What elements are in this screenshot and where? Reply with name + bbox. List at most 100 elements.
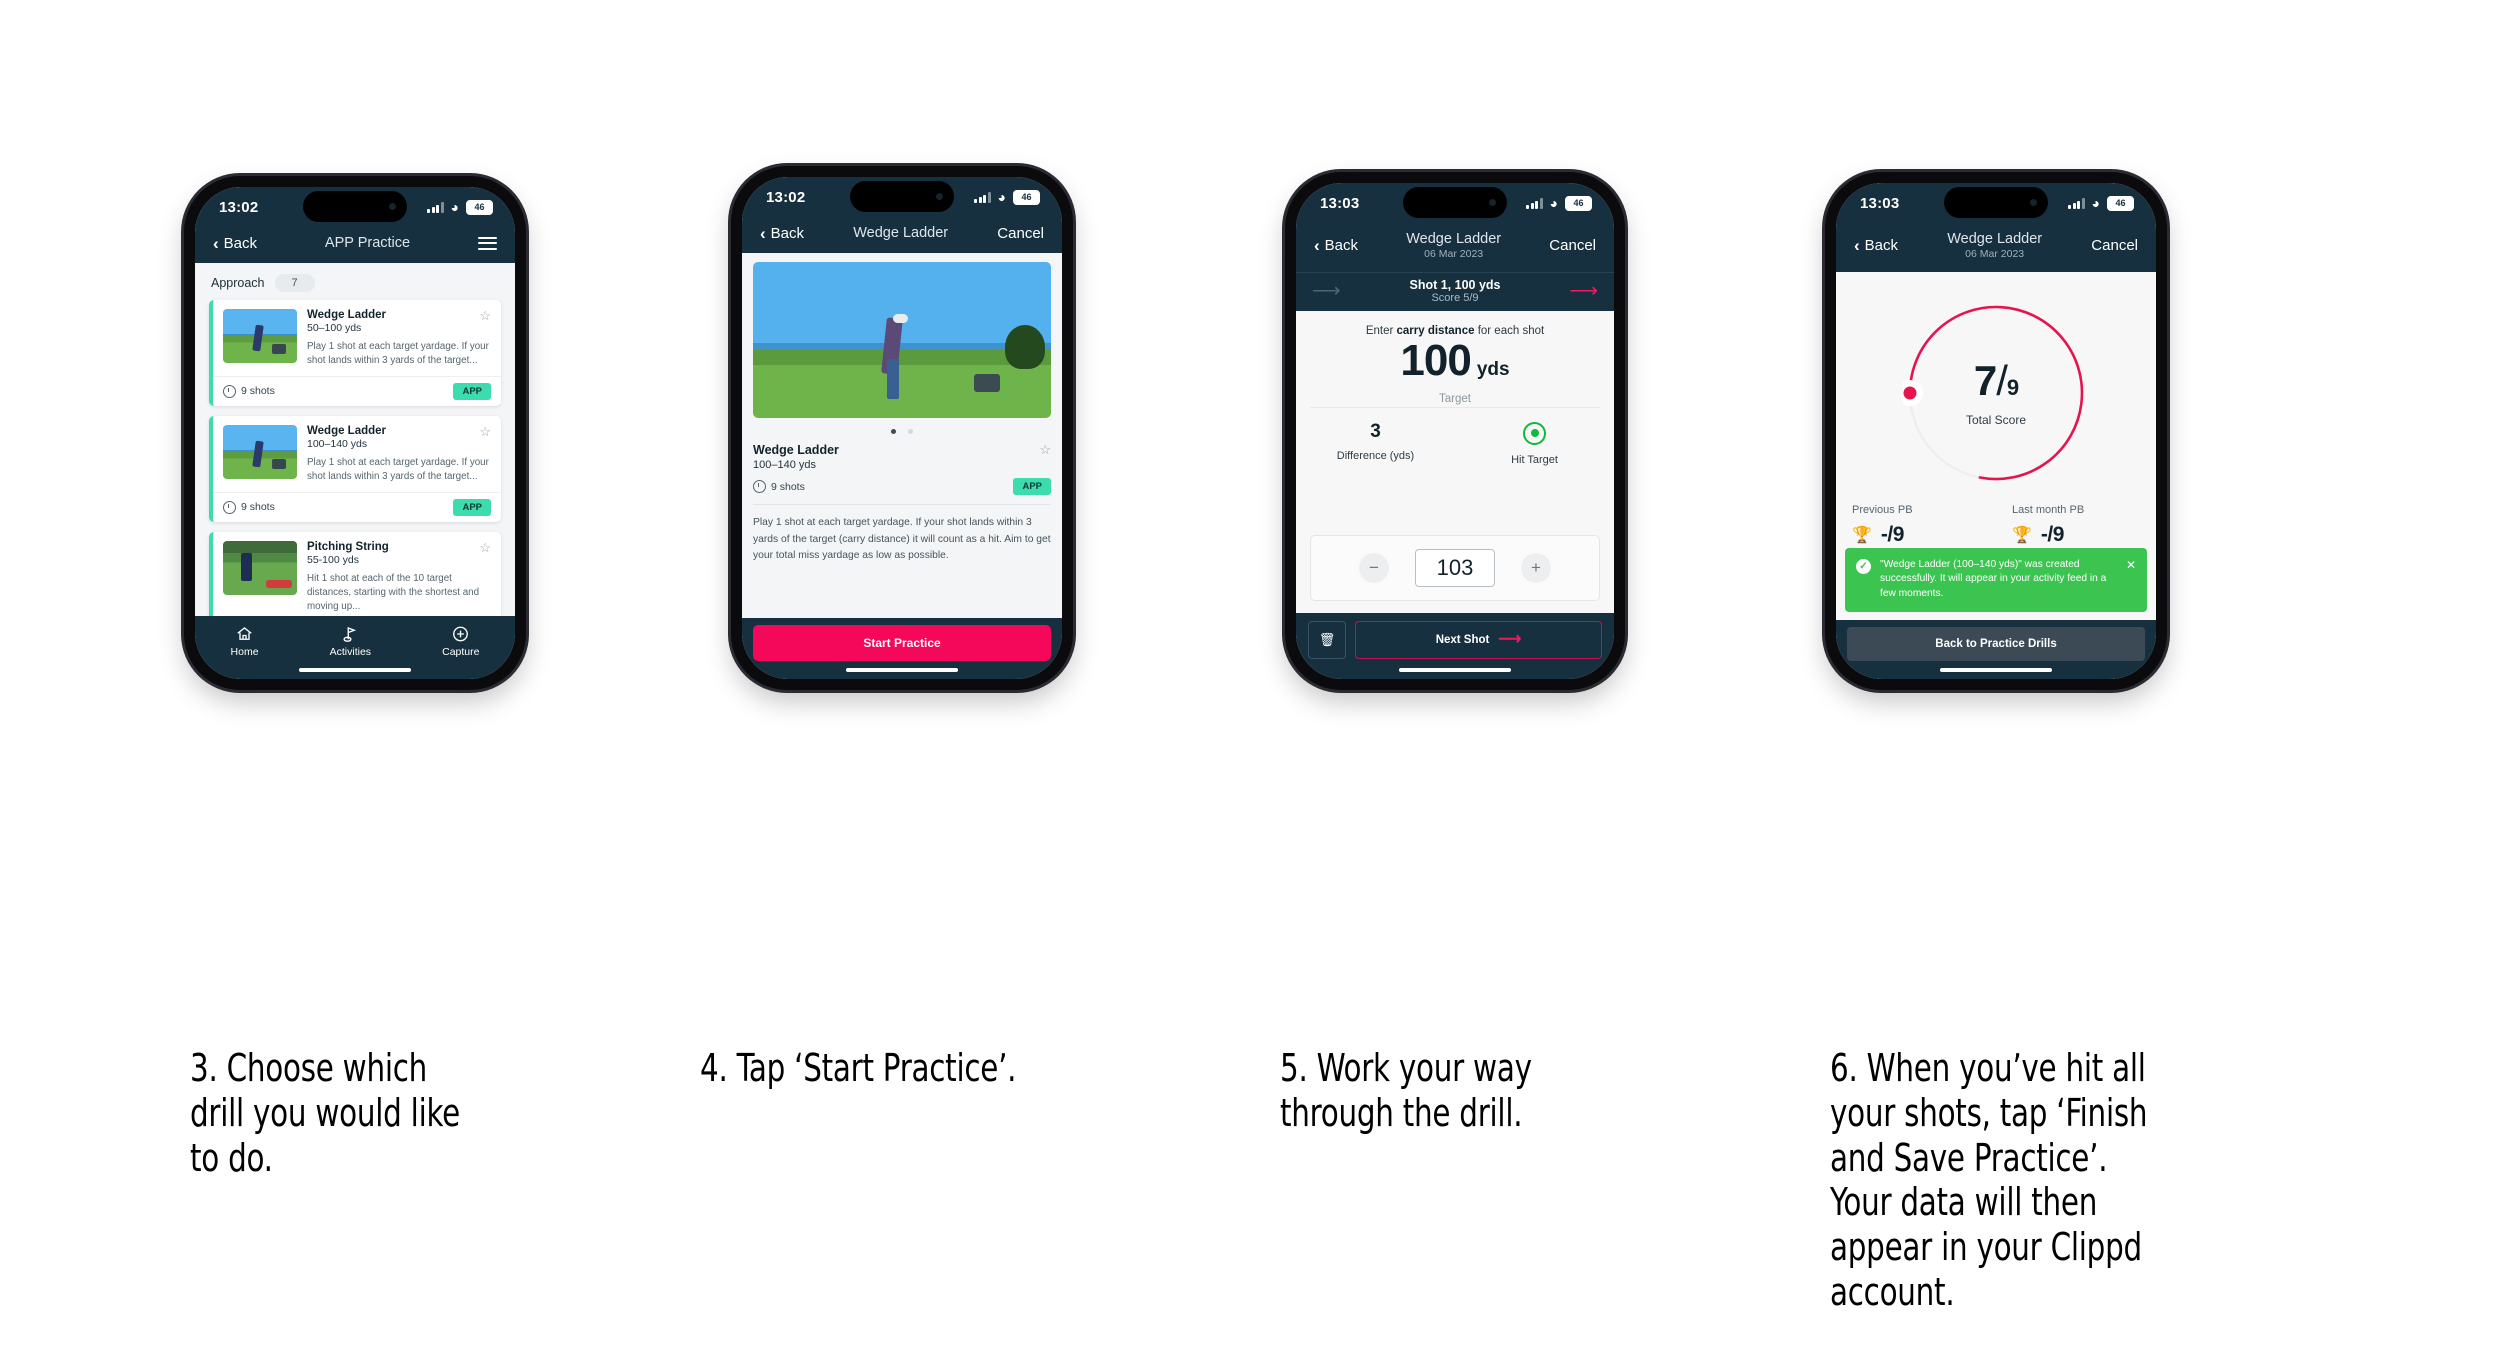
increment-button[interactable]: + [1521,553,1551,583]
status-time: 13:03 [1860,194,1900,212]
trophy-icon: 🏆 [2012,527,2032,545]
tab-label: Capture [442,646,480,658]
previous-shot-arrow-icon[interactable]: ⟶ [1312,281,1341,301]
nav-title-text: Wedge Ladder [1406,231,1502,247]
star-icon[interactable]: ☆ [479,309,491,322]
list-item[interactable]: Wedge Ladder 100–140 yds ☆ Play 1 shot a… [209,415,501,522]
battery-level: 46 [466,199,493,215]
results-body: 7/9 Total Score Previous PB 🏆 -/9 Last m… [1836,272,2156,620]
drill-yardage: 55-100 yds [307,553,359,566]
section-label: Approach [211,276,265,291]
back-button[interactable]: ‹ Back [1854,237,1898,254]
status-badge: APP [1013,478,1051,496]
star-icon[interactable]: ☆ [479,425,491,438]
check-icon: ✓ [1856,558,1871,574]
chevron-left-icon: ‹ [213,233,219,253]
status-time: 13:02 [219,198,259,216]
status-bar: 13:03 ◕ 46 [1836,183,2156,223]
trash-icon[interactable]: 🗑 [1308,621,1346,659]
tab-activities[interactable]: Activities [330,625,371,658]
tab-capture[interactable]: Capture [442,625,479,658]
back-label: Back [1324,237,1359,255]
drill-hero-image[interactable] [753,262,1051,419]
carousel-dots[interactable] [753,418,1051,443]
battery-level: 46 [1013,189,1040,205]
shot-count: 9 shots [753,480,805,494]
battery-level: 46 [2107,195,2134,211]
success-toast: ✓ "Wedge Ladder (100–140 yds)" was creat… [1845,547,2147,612]
drill-description: Play 1 shot at each target yardage. If y… [307,456,489,482]
drill-description: Play 1 shot at each target yardage. If y… [753,517,1051,562]
phone-3-screen: 13:03 ◕ 46 ‹ Back Wedge Ladder 06 Mar 20… [1296,183,1614,679]
decrement-button[interactable]: − [1359,553,1389,583]
shot-navigation-bar: ⟶ Shot 1, 100 yds Score 5/9 ⟶ [1296,272,1614,312]
home-indicator [1296,664,1614,679]
drill-yardage: 50–100 yds [307,322,362,335]
back-button[interactable]: ‹ Back [213,235,257,252]
difference-value: 3 [1370,420,1381,442]
nav-title-text: Wedge Ladder [1947,231,2043,247]
drill-title: Wedge Ladder [307,309,387,322]
clock-icon [753,480,766,494]
shot-count: 9 shots [223,500,275,514]
carry-distance-input[interactable]: 103 [1415,549,1495,587]
list-item[interactable]: Pitching String 55-100 yds ☆ Hit 1 shot … [209,531,501,616]
section-header: Approach 7 [195,263,515,300]
next-shot-label: Next Shot [1435,634,1490,646]
wifi-icon: ◕ [2091,195,2100,211]
bottom-tab-bar[interactable]: Home Activities Capture [195,616,515,664]
phone-4-screen: 13:03 ◕ 46 ‹ Back Wedge Ladder 06 Mar 20… [1836,183,2156,679]
back-button[interactable]: ‹ Back [760,225,804,242]
star-icon[interactable]: ☆ [1039,443,1051,456]
total-score-value: 7/9 [1973,356,2019,404]
cellular-signal-icon [2068,197,2085,209]
list-item[interactable]: Wedge Ladder 50–100 yds ☆ Play 1 shot at… [209,300,501,406]
status-bar: 13:02 ◕ 46 [742,177,1062,217]
cancel-button[interactable]: Cancel [997,225,1044,242]
arrow-right-icon: ⟶ [1498,631,1522,648]
tab-home[interactable]: Home [231,625,259,658]
stat-hit-target: Hit Target [1455,421,1614,466]
golf-flag-icon [343,627,357,642]
drill-yardage: 100–140 yds [307,437,368,450]
caption-step-3: 3. Choose which drill you would like to … [190,1046,460,1180]
target-hit-icon [1523,421,1546,445]
phone-3-frame: 13:03 ◕ 46 ‹ Back Wedge Ladder 06 Mar 20… [1285,172,1625,690]
cellular-signal-icon [427,201,444,213]
caption-step-4: 4. Tap ‘Start Practice’. [700,1046,1017,1090]
chevron-left-icon: ‹ [1314,236,1320,256]
close-icon[interactable]: ✕ [2126,558,2136,602]
drill-description: Hit 1 shot at each of the 10 target dist… [307,572,480,612]
trophy-icon: 🏆 [1852,527,1872,545]
cancel-button[interactable]: Cancel [1549,237,1596,254]
phone-1-screen: 13:02 ◕ 46 ‹ Back APP Practice Approach [195,187,515,679]
status-bar: 13:02 ◕ 46 [195,187,515,227]
page-title: APP Practice [324,235,411,251]
page-title: Wedge Ladder 06 Mar 2023 [1358,230,1549,261]
status-time: 13:02 [766,188,806,206]
back-to-practice-drills-button[interactable]: Back to Practice Drills [1847,627,2145,661]
hit-target-label: Hit Target [1511,453,1558,466]
hamburger-menu-icon[interactable] [478,236,497,250]
drill-title: Wedge Ladder [753,443,839,458]
back-button[interactable]: ‹ Back [1314,237,1358,254]
battery-level: 46 [1565,195,1592,211]
start-practice-button[interactable]: Start Practice [753,625,1051,661]
drill-list[interactable]: Approach 7 Wedge Ladder 50–100 yds ☆ Pla… [195,263,515,616]
drill-thumbnail [223,540,297,595]
dynamic-island [1403,187,1507,218]
phone-2-screen: 13:02 ◕ 46 ‹ Back Wedge Ladder Cancel We… [742,177,1062,679]
nav-subtitle: 06 Mar 2023 [1424,248,1484,261]
nav-subtitle: 06 Mar 2023 [1965,248,2025,261]
shot-count: 9 shots [223,384,275,398]
star-icon[interactable]: ☆ [479,541,491,554]
plus-circle-icon [453,626,469,642]
back-label: Back [1864,237,1899,255]
next-shot-arrow-icon[interactable]: ⟶ [1569,281,1598,301]
toast-message: "Wedge Ladder (100–140 yds)" was created… [1880,558,2107,600]
quantity-stepper[interactable]: − 103 + [1310,535,1600,601]
cancel-button[interactable]: Cancel [2091,237,2138,254]
next-shot-button[interactable]: Next Shot ⟶ [1355,621,1602,659]
shot-footer: 🗑 Next Shot ⟶ [1296,613,1614,664]
wifi-icon: ◕ [450,199,459,215]
